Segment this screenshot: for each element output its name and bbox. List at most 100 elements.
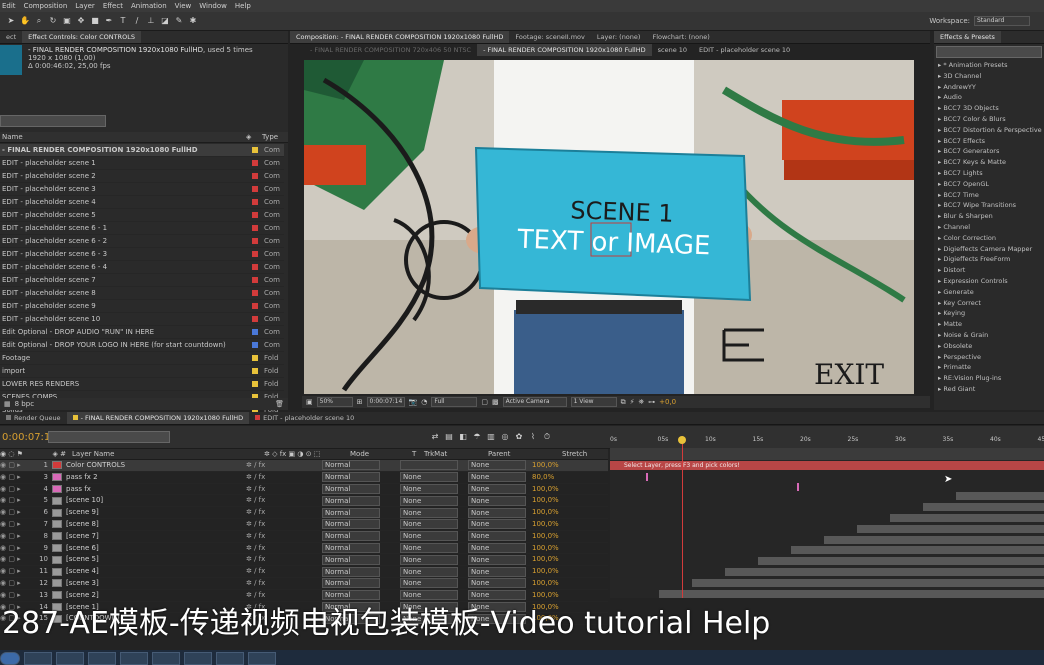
timeline-search-input[interactable] (48, 431, 170, 443)
col-parent[interactable]: Parent (488, 450, 562, 458)
layer-parent-select[interactable]: None (468, 542, 526, 553)
project-col-name[interactable]: Name (0, 133, 246, 141)
comp-mini-flowchart-icon[interactable]: ⇄ (430, 432, 440, 442)
layer-name[interactable]: [scene 9] (66, 507, 246, 518)
start-button[interactable] (0, 652, 20, 665)
work-area-bar[interactable] (610, 448, 1044, 460)
layer-trkmat-select[interactable]: None (400, 566, 458, 577)
pen-tool-icon[interactable]: ✒ (104, 16, 114, 26)
camera-select[interactable]: Active Camera (502, 397, 567, 407)
label-swatch[interactable] (252, 251, 258, 257)
layer-label-swatch[interactable] (52, 567, 62, 576)
col-trkmat[interactable]: TrkMat (424, 450, 488, 458)
layer-duration-bar[interactable] (659, 589, 1044, 598)
effects-category[interactable]: ▸ BCC7 Wipe Transitions (934, 200, 1044, 211)
hand-tool-icon[interactable]: ✋ (20, 16, 30, 26)
layer-name[interactable]: Color CONTROLS (66, 460, 246, 471)
taskbar-app-3[interactable] (88, 652, 116, 665)
layer-duration-bar[interactable] (956, 492, 1044, 501)
frame-blending-icon[interactable]: ▥ (486, 432, 496, 442)
tab-effects-presets[interactable]: Effects & Presets (934, 31, 1001, 43)
timeline-icon[interactable]: ⛯ (639, 398, 645, 407)
layer-trkmat-select[interactable]: None (400, 519, 458, 530)
effects-category[interactable]: ▸ AndrewYY (934, 82, 1044, 93)
brainstorm-icon[interactable]: ✿ (514, 432, 524, 442)
visibility-eye-icon[interactable]: ◉ ▢ ▸ (0, 495, 30, 506)
timeline-graph[interactable]: 0s05s10s15s20s25s30s35s40s45s Select Lay… (610, 426, 1044, 598)
project-search-input[interactable] (0, 115, 106, 127)
timeline-layer-row[interactable]: ◉ ▢ ▸ 3 pass fx 2 ✲ ∕ fx Normal None None 80,0% (0, 472, 608, 484)
effects-category[interactable]: ▸ Perspective (934, 352, 1044, 363)
layer-name[interactable]: [scene 5] (66, 554, 246, 565)
project-item[interactable]: EDIT - placeholder scene 6 - 4 Com (0, 261, 284, 274)
timeline-layer-row[interactable]: ◉ ▢ ▸ 5 [scene 10] ✲ ∕ fx Normal None None 100,… (0, 495, 608, 508)
layer-stretch-value[interactable]: 100,0% (532, 460, 559, 471)
motion-blur-icon[interactable]: ◎ (500, 432, 510, 442)
effects-category[interactable]: ▸ BCC7 Generators (934, 146, 1044, 157)
effects-category[interactable]: ▸ Keying (934, 308, 1044, 319)
effects-category[interactable]: ▸ Key Correct (934, 298, 1044, 309)
layer-label-swatch[interactable] (52, 579, 62, 588)
brush-tool-icon[interactable]: ∕ (132, 16, 142, 26)
layer-switches-icon[interactable]: ✲ ∕ fx (246, 495, 322, 506)
layer-duration-bar[interactable] (791, 546, 1044, 555)
toggle-pixel-aspect-icon[interactable]: ⧉ (621, 398, 626, 407)
timeline-layer-row[interactable]: ◉ ▢ ▸ 6 [scene 9] ✲ ∕ fx Normal None None 100,0… (0, 507, 608, 519)
effects-category[interactable]: ▸ Audio (934, 92, 1044, 103)
layer-switches-icon[interactable]: ✲ ∕ fx (246, 519, 322, 530)
effects-category[interactable]: ▸ Noise & Grain (934, 330, 1044, 341)
comp-nav-tab[interactable]: - FINAL RENDER COMPOSITION 1920x1080 Ful… (477, 44, 652, 56)
project-item[interactable]: import Fold (0, 365, 284, 378)
layer-label-swatch[interactable] (52, 555, 62, 564)
label-swatch[interactable] (252, 342, 258, 348)
project-item[interactable]: EDIT - placeholder scene 6 - 2 Com (0, 235, 284, 248)
effects-category[interactable]: ▸ Distort (934, 265, 1044, 276)
layer-mode-select[interactable]: Normal (322, 460, 380, 471)
resolution-select[interactable]: Full (431, 397, 478, 407)
tab-composition[interactable]: Composition: - FINAL RENDER COMPOSITION … (290, 31, 510, 43)
layer-mode-select[interactable]: Normal (322, 519, 380, 530)
timeline-layer-row[interactable]: ◉ ▢ ▸ 4 pass fx ✲ ∕ fx Normal None None 100,0% (0, 483, 608, 496)
eraser-tool-icon[interactable]: ◪ (160, 16, 170, 26)
grid-icon[interactable]: ⊞ (357, 398, 363, 406)
project-bpc[interactable]: 8 bpc (15, 400, 34, 408)
menu-item-composition[interactable]: Composition (24, 2, 68, 10)
effects-category[interactable]: ▸ RE:Vision Plug-ins (934, 373, 1044, 384)
selection-tool-icon[interactable]: ➤ (6, 16, 16, 26)
layer-trkmat-select[interactable]: None (400, 495, 458, 506)
effects-category[interactable]: ▸ BCC7 Keys & Matte (934, 157, 1044, 168)
layer-parent-select[interactable]: None (468, 495, 526, 506)
project-item[interactable]: EDIT - placeholder scene 6 - 3 Com (0, 248, 284, 261)
layer-switches-icon[interactable]: ✲ ∕ fx (246, 507, 322, 518)
project-item[interactable]: - FINAL RENDER COMPOSITION 1920x1080 Ful… (0, 144, 284, 157)
layer-duration-bar[interactable] (758, 557, 1044, 566)
label-swatch[interactable] (252, 173, 258, 179)
label-swatch[interactable] (252, 303, 258, 309)
taskbar-app-7[interactable] (216, 652, 244, 665)
layer-label-swatch[interactable] (52, 484, 62, 493)
puppet-tool-icon[interactable]: ✱ (188, 16, 198, 26)
label-swatch[interactable] (252, 147, 258, 153)
layer-duration-bar[interactable] (923, 503, 1044, 512)
timeline-tab[interactable]: - FINAL RENDER COMPOSITION 1920x1080 Ful… (66, 412, 250, 424)
zoom-tool-icon[interactable]: ⌕ (34, 16, 44, 26)
layer-trkmat-select[interactable]: None (400, 542, 458, 553)
visibility-eye-icon[interactable]: ◉ ▢ ▸ (0, 472, 30, 483)
taskbar-app-1[interactable] (24, 652, 52, 665)
project-item[interactable]: EDIT - placeholder scene 5 Com (0, 209, 284, 222)
layer-trkmat-select[interactable]: None (400, 483, 458, 494)
col-stretch[interactable]: Stretch (562, 450, 587, 458)
effects-category[interactable]: ▸ BCC7 3D Objects (934, 103, 1044, 114)
visibility-eye-icon[interactable]: ◉ ▢ ▸ (0, 566, 30, 577)
comp-nav-tab[interactable]: EDIT - placeholder scene 10 (693, 44, 796, 56)
taskbar-app-8[interactable] (248, 652, 276, 665)
layer-name[interactable]: pass fx (66, 484, 246, 495)
rotate-tool-icon[interactable]: ↻ (48, 16, 58, 26)
fast-previews-icon[interactable]: ⚡ (630, 398, 635, 406)
timeline-layer-row[interactable]: ◉ ▢ ▸ 8 [scene 7] ✲ ∕ fx Normal None None 100,0… (0, 531, 608, 543)
time-ruler[interactable]: 0s 05s 10s 15s 20s 25s 30s 35s 40s 45s (610, 426, 1044, 449)
layer-stretch-value[interactable]: 100,0% (532, 554, 559, 565)
effects-category[interactable]: ▸ Red Giant (934, 384, 1044, 395)
effects-category[interactable]: ▸ Primatte (934, 362, 1044, 373)
layer-trkmat-select[interactable]: None (400, 472, 458, 483)
